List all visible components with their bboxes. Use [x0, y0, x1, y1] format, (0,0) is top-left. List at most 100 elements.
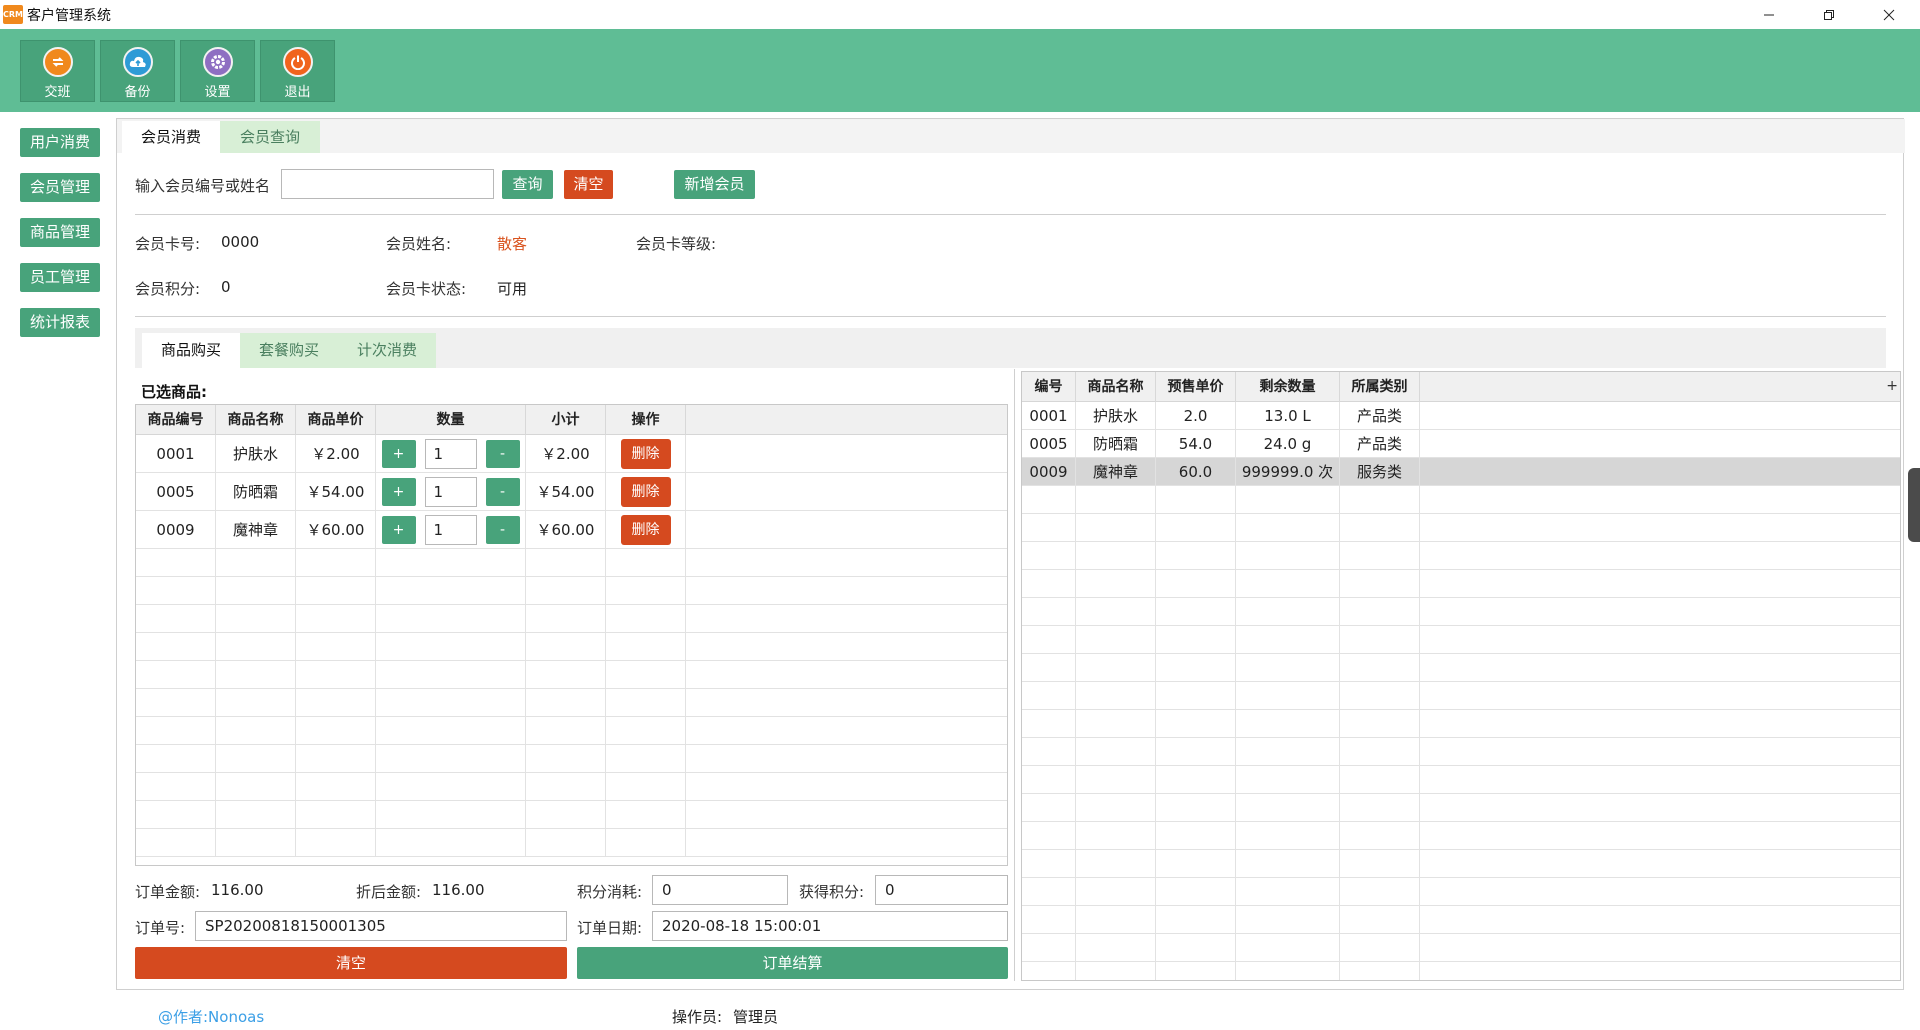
empty-cell: [606, 689, 686, 716]
empty-cell: [1076, 598, 1156, 625]
unit-price: ￥2.00: [296, 435, 376, 472]
query-button[interactable]: 查询: [502, 170, 553, 199]
empty-cell: [606, 605, 686, 632]
empty-cell: [1156, 626, 1236, 653]
restore-button[interactable]: [1800, 0, 1858, 29]
cloud-upload-icon: [123, 47, 153, 77]
delete-button[interactable]: 删除: [620, 514, 671, 545]
empty-cell: [1156, 654, 1236, 681]
backup-button[interactable]: 备份: [100, 40, 175, 102]
empty-cell: [1076, 794, 1156, 821]
product-price: 2.0: [1156, 402, 1236, 429]
close-button[interactable]: [1860, 0, 1918, 29]
products-table: 编号 商品名称 预售单价 剩余数量 所属类别 + 0001 护肤水 2.0 13…: [1021, 371, 1901, 981]
empty-cell: [1022, 906, 1076, 933]
settings-button[interactable]: 设置: [180, 40, 255, 102]
qty-input[interactable]: 1: [424, 514, 477, 545]
tab-count-consume[interactable]: 计次消费: [338, 333, 436, 368]
empty-cell: [1076, 934, 1156, 961]
empty-cell: [1340, 570, 1420, 597]
empty-cell: [1022, 654, 1076, 681]
empty-cell: [526, 689, 606, 716]
handover-button[interactable]: 交班: [20, 40, 95, 102]
power-icon: [283, 47, 313, 77]
empty-cell: [1340, 766, 1420, 793]
col-goods-name: 商品名称: [216, 405, 296, 435]
order-date-label: 订单日期:: [577, 919, 643, 937]
panel-splitter[interactable]: [1014, 369, 1015, 981]
order-no-label: 订单号:: [135, 919, 186, 937]
qty-minus-button[interactable]: -: [485, 439, 520, 468]
empty-cell: [1420, 654, 1900, 681]
qty-input[interactable]: 1: [424, 438, 477, 469]
empty-cell: [686, 689, 1007, 716]
empty-cell: [1236, 934, 1340, 961]
empty-cell: [1236, 962, 1340, 980]
order-date-input[interactable]: 2020-08-18 15:00:01: [652, 911, 1008, 941]
empty-cell: [376, 577, 526, 604]
empty-cell: [1156, 682, 1236, 709]
member-name-label: 会员姓名:: [386, 235, 452, 253]
divider: [135, 214, 1886, 215]
empty-cell: [526, 605, 606, 632]
minimize-button[interactable]: [1740, 0, 1798, 29]
empty-cell: [216, 829, 296, 856]
qty-plus-button[interactable]: +: [381, 515, 416, 544]
toolbar: 交班 备份 设置 退出: [0, 29, 1920, 112]
tab-member-consume[interactable]: 会员消费: [122, 121, 220, 153]
nav-member-manage[interactable]: 会员管理: [20, 173, 100, 202]
column-menu-icon[interactable]: +: [1886, 378, 1898, 394]
add-member-button[interactable]: 新增会员: [674, 170, 755, 199]
clear-search-button[interactable]: 清空: [564, 170, 613, 199]
empty-cell: [1076, 822, 1156, 849]
qty-minus-button[interactable]: -: [485, 515, 520, 544]
qty-plus-button[interactable]: +: [381, 477, 416, 506]
product-price: 54.0: [1156, 430, 1236, 457]
empty-row: [136, 605, 1007, 633]
points-gain-input[interactable]: 0: [875, 875, 1008, 905]
empty-cell: [1340, 794, 1420, 821]
exit-button[interactable]: 退出: [260, 40, 335, 102]
empty-cell: [1022, 878, 1076, 905]
empty-cell: [1236, 514, 1340, 541]
delete-button[interactable]: 删除: [620, 476, 671, 507]
qty-minus-button[interactable]: -: [485, 477, 520, 506]
nav-stats-report[interactable]: 统计报表: [20, 308, 100, 337]
author-link[interactable]: @作者:Nonoas: [158, 1006, 264, 1027]
handover-label: 交班: [44, 85, 71, 100]
qty-input[interactable]: 1: [424, 476, 477, 507]
checkout-button[interactable]: 订单结算: [577, 947, 1008, 979]
products-table-header: 编号 商品名称 预售单价 剩余数量 所属类别 +: [1022, 372, 1900, 402]
nav-goods-manage[interactable]: 商品管理: [20, 218, 100, 247]
empty-row: [1022, 710, 1900, 738]
table-row[interactable]: 0001 护肤水 2.0 13.0 L 产品类: [1022, 402, 1900, 430]
empty-cell: [1156, 962, 1236, 980]
empty-cell: [1022, 710, 1076, 737]
search-label: 输入会员编号或姓名: [135, 177, 271, 195]
order-no-input[interactable]: SP20200818150001305: [195, 911, 567, 941]
empty-cell: [136, 577, 216, 604]
product-code: 0009: [1022, 458, 1076, 485]
empty-row: [1022, 738, 1900, 766]
nav-user-consume[interactable]: 用户消费: [20, 128, 100, 157]
operator-value: 管理员: [733, 1008, 779, 1026]
tab-package-purchase[interactable]: 套餐购买: [240, 333, 338, 368]
points-use-input[interactable]: 0: [652, 875, 788, 905]
tab-member-query[interactable]: 会员查询: [220, 121, 320, 153]
nav-staff-manage[interactable]: 员工管理: [20, 263, 100, 292]
delete-button[interactable]: 删除: [620, 438, 671, 469]
empty-cell: [526, 577, 606, 604]
clear-order-button[interactable]: 清空: [135, 947, 567, 979]
member-search-input[interactable]: [281, 169, 494, 199]
goods-name: 防晒霜: [216, 473, 296, 510]
empty-cell: [1076, 542, 1156, 569]
qty-plus-button[interactable]: +: [381, 439, 416, 468]
empty-cell: [1340, 598, 1420, 625]
empty-cell: [1236, 850, 1340, 877]
order-amount-label: 订单金额:: [135, 883, 201, 901]
table-row[interactable]: 0005 防晒霜 54.0 24.0 g 产品类: [1022, 430, 1900, 458]
table-row-selected[interactable]: 0009 魔神章 60.0 999999.0 次 服务类: [1022, 458, 1900, 486]
empty-row: [136, 801, 1007, 829]
tab-goods-purchase[interactable]: 商品购买: [142, 333, 240, 368]
side-panel-handle[interactable]: [1908, 468, 1920, 542]
